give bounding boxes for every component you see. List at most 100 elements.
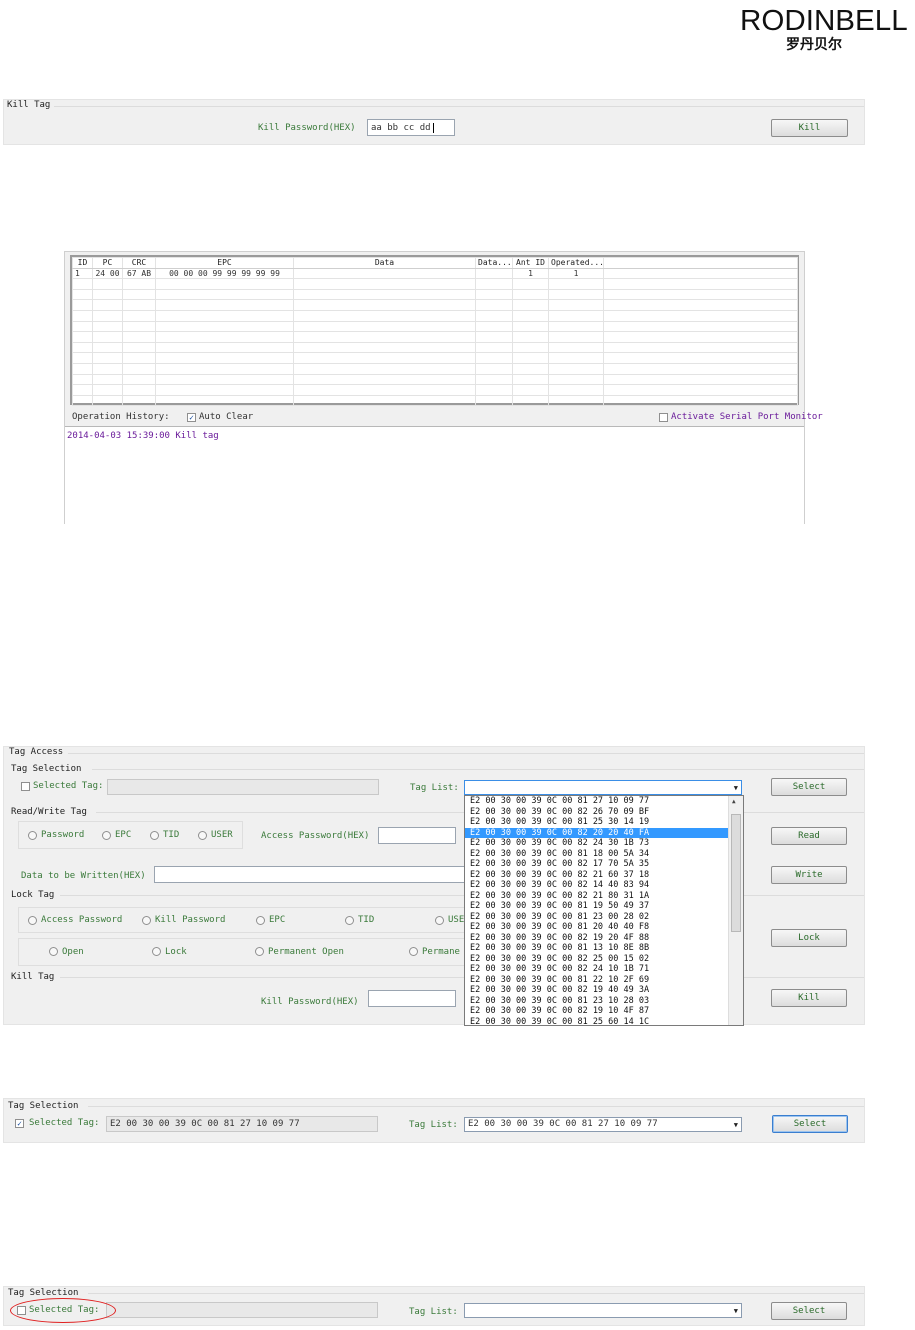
tag-list-label: Tag List:: [409, 1307, 458, 1317]
kill-password-input-2[interactable]: [368, 990, 456, 1007]
mem-tid-label: TID: [163, 830, 180, 840]
lock-access-password-label: Access Password: [41, 915, 123, 925]
serial-monitor-checkbox[interactable]: [659, 413, 668, 422]
tag-list-item[interactable]: E2 00 30 00 39 0C 00 82 19 40 49 3A: [465, 985, 743, 996]
table-row: [72, 373, 798, 386]
tag-list-item[interactable]: E2 00 30 00 39 0C 00 82 19 20 4F 88: [465, 933, 743, 944]
scroll-thumb[interactable]: [731, 814, 741, 932]
tag-list-item[interactable]: E2 00 30 00 39 0C 00 81 22 10 2F 69: [465, 975, 743, 986]
column-header[interactable]: CRC: [122, 257, 156, 269]
tag-list-combo[interactable]: E2 00 30 00 39 0C 00 81 27 10 09 77 ▼: [464, 1117, 742, 1132]
lock-access-password-radio[interactable]: [28, 916, 37, 925]
lock-lock-radio[interactable]: [152, 947, 161, 956]
selected-tag-label: Selected Tag:: [33, 781, 104, 791]
column-header[interactable]: Data...: [475, 257, 513, 269]
tag-list-item[interactable]: E2 00 30 00 39 0C 00 81 18 00 5A 34: [465, 849, 743, 860]
tag-list-item[interactable]: E2 00 30 00 39 0C 00 81 13 10 8E 8B: [465, 943, 743, 954]
kill-tag-title: Kill Tag: [6, 100, 52, 110]
column-header[interactable]: Ant ID: [512, 257, 549, 269]
mem-user-radio[interactable]: [198, 831, 207, 840]
write-button[interactable]: Write: [771, 866, 847, 884]
column-header[interactable]: ID: [72, 257, 93, 269]
column-header[interactable]: Operated...: [548, 257, 604, 269]
lock-open-label: Open: [62, 947, 84, 957]
mem-tid-radio[interactable]: [150, 831, 159, 840]
selected-tag-checkbox[interactable]: [21, 782, 30, 791]
tag-list-item[interactable]: E2 00 30 00 39 0C 00 81 23 00 28 02: [465, 912, 743, 923]
tag-list-label: Tag List:: [409, 1120, 458, 1130]
chevron-down-icon: ▼: [733, 1121, 738, 1129]
tag-list-item[interactable]: E2 00 30 00 39 0C 00 82 24 10 1B 71: [465, 964, 743, 975]
tag-list-item[interactable]: E2 00 30 00 39 0C 00 82 24 30 1B 73: [465, 838, 743, 849]
table-cell: [293, 267, 476, 280]
lock-permanent-lock-radio[interactable]: [409, 947, 418, 956]
lock-tid-radio[interactable]: [345, 916, 354, 925]
tag-list-item[interactable]: E2 00 30 00 39 0C 00 82 17 70 5A 35: [465, 859, 743, 870]
tag-list-item[interactable]: E2 00 30 00 39 0C 00 82 21 80 31 1A: [465, 891, 743, 902]
table-header-row: ID PC CRC EPC Data Data... Ant ID Operat…: [72, 257, 798, 269]
auto-clear-checkbox[interactable]: ✓: [187, 413, 196, 422]
tag-list-item[interactable]: E2 00 30 00 39 0C 00 81 19 50 49 37: [465, 901, 743, 912]
tag-list-item[interactable]: E2 00 30 00 39 0C 00 81 27 10 09 77: [465, 796, 743, 807]
lock-epc-radio[interactable]: [256, 916, 265, 925]
operation-log[interactable]: 2014-04-03 15:39:00 Kill tag: [65, 426, 804, 524]
scroll-up-icon[interactable]: ▲: [732, 798, 736, 805]
kill-password-label: Kill Password(HEX): [258, 123, 356, 133]
tag-selection-title: Tag Selection: [10, 764, 83, 774]
lock-button[interactable]: Lock: [771, 929, 847, 947]
access-password-input[interactable]: [378, 827, 456, 844]
group-divider: [92, 769, 864, 770]
lock-kill-password-radio[interactable]: [142, 916, 151, 925]
tag-list-item[interactable]: E2 00 30 00 39 0C 00 81 23 10 28 03: [465, 996, 743, 1007]
mem-user-label: USER: [211, 830, 233, 840]
tag-list-item[interactable]: E2 00 30 00 39 0C 00 82 20 20 40 FA: [465, 827, 743, 838]
tag-access-panel: Tag Access Tag Selection Selected Tag: T…: [3, 746, 865, 1026]
group-divider: [54, 106, 864, 107]
tag-list-dropdown[interactable]: E2 00 30 00 39 0C 00 81 27 10 09 77 E2 00…: [464, 795, 744, 1026]
group-divider: [68, 753, 864, 754]
column-header[interactable]: Data: [293, 257, 476, 269]
kill-password-input[interactable]: aa bb cc dd: [367, 119, 455, 136]
read-button[interactable]: Read: [771, 827, 847, 845]
tag-list-item[interactable]: E2 00 30 00 39 0C 00 81 20 40 40 F8: [465, 922, 743, 933]
tag-list-item[interactable]: E2 00 30 00 39 0C 00 82 26 70 09 BF: [465, 807, 743, 818]
tag-list-item[interactable]: E2 00 30 00 39 0C 00 82 25 00 15 02: [465, 954, 743, 965]
lock-tid-label: TID: [358, 915, 375, 925]
tag-list-combo[interactable]: ▼: [464, 780, 742, 795]
tag-list-item[interactable]: E2 00 30 00 39 0C 00 82 19 10 4F 87: [465, 1006, 743, 1017]
column-header[interactable]: EPC: [155, 257, 294, 269]
select-button[interactable]: Select: [771, 778, 847, 796]
lock-kill-password-label: Kill Password: [155, 915, 226, 925]
tag-list-item[interactable]: E2 00 30 00 39 0C 00 81 25 60 14 1C: [465, 1017, 743, 1026]
lock-open-radio[interactable]: [49, 947, 58, 956]
tag-list-combo[interactable]: ▼: [464, 1303, 742, 1318]
lock-permanent-open-radio[interactable]: [255, 947, 264, 956]
auto-clear-label: Auto Clear: [199, 412, 254, 422]
table-row: [72, 278, 798, 290]
kill-button-2[interactable]: Kill: [771, 989, 847, 1007]
tag-results-table-container[interactable]: ID PC CRC EPC Data Data... Ant ID Operat…: [70, 255, 799, 407]
column-header: [603, 257, 798, 269]
lock-user-radio[interactable]: [435, 916, 444, 925]
tag-list-item[interactable]: E2 00 30 00 39 0C 00 82 14 40 83 94: [465, 880, 743, 891]
selected-tag-checkbox[interactable]: ✓: [15, 1119, 24, 1128]
tag-results-table: ID PC CRC EPC Data Data... Ant ID Operat…: [72, 257, 798, 407]
tag-list-item[interactable]: E2 00 30 00 39 0C 00 82 21 60 37 18: [465, 870, 743, 881]
mem-password-radio[interactable]: [28, 831, 37, 840]
column-header[interactable]: PC: [92, 257, 123, 269]
table-row: [72, 309, 798, 322]
table-row: [72, 320, 798, 333]
select-button[interactable]: Select: [772, 1115, 848, 1133]
data-to-write-input[interactable]: [154, 866, 474, 883]
dropdown-scrollbar[interactable]: ▲: [728, 796, 743, 1025]
tag-selection-title: Tag Selection: [7, 1101, 80, 1111]
table-row: [72, 362, 798, 375]
table-row[interactable]: 1 24 00 67 AB 00 00 00 99 99 99 99 99 1 …: [72, 267, 798, 280]
kill-button[interactable]: Kill: [771, 119, 848, 137]
brand-logo-text: RODINBELL: [740, 5, 908, 37]
tag-list-item[interactable]: E2 00 30 00 39 0C 00 81 25 30 14 19: [465, 817, 743, 828]
mem-epc-radio[interactable]: [102, 831, 111, 840]
table-cell: [603, 267, 798, 280]
select-button[interactable]: Select: [771, 1302, 847, 1320]
red-annotation-ellipse: [10, 1298, 116, 1323]
